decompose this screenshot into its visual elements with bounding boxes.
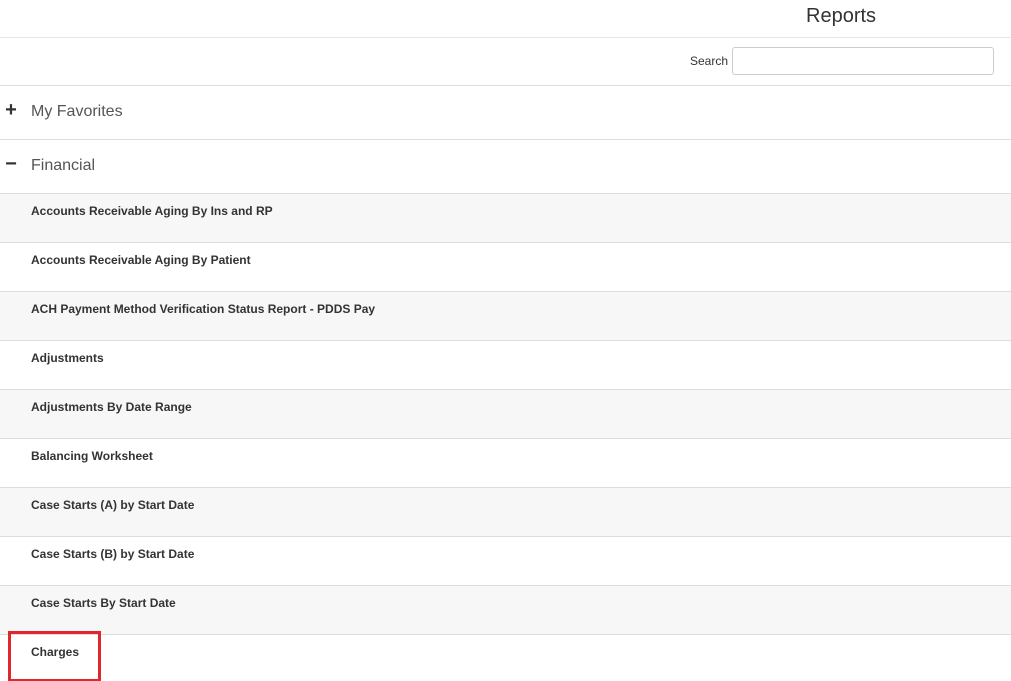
section-my-favorites[interactable]: + My Favorites <box>0 86 1011 140</box>
report-label[interactable]: Balancing Worksheet <box>31 449 153 463</box>
search-label: Search <box>690 54 729 68</box>
report-row-ach-verification[interactable]: ACH Payment Method Verification Status R… <box>0 292 1011 341</box>
reports-page: Reports Search + My Favorites − Financia… <box>0 0 1011 681</box>
report-label[interactable]: Accounts Receivable Aging By Patient <box>31 253 251 267</box>
section-financial[interactable]: − Financial <box>0 140 1011 194</box>
section-label-financial: Financial <box>31 157 96 174</box>
report-label[interactable]: Case Starts (A) by Start Date <box>31 498 194 512</box>
search-bar: Search <box>0 38 1011 86</box>
expand-plus-icon[interactable]: + <box>4 100 18 120</box>
report-label[interactable]: Adjustments By Date Range <box>31 400 192 414</box>
report-row-balancing-worksheet[interactable]: Balancing Worksheet <box>0 439 1011 488</box>
report-label[interactable]: Case Starts (B) by Start Date <box>31 547 194 561</box>
report-row-adjustments[interactable]: Adjustments <box>0 341 1011 390</box>
report-row-adjustments-date-range[interactable]: Adjustments By Date Range <box>0 390 1011 439</box>
section-label-my-favorites: My Favorites <box>31 103 123 120</box>
report-row-ar-aging-patient[interactable]: Accounts Receivable Aging By Patient <box>0 243 1011 292</box>
page-title: Reports <box>806 5 877 27</box>
report-row-case-starts-a[interactable]: Case Starts (A) by Start Date <box>0 488 1011 537</box>
financial-report-list: Accounts Receivable Aging By Ins and RP … <box>0 194 1011 681</box>
report-row-case-starts-b[interactable]: Case Starts (B) by Start Date <box>0 537 1011 586</box>
report-row-case-starts[interactable]: Case Starts By Start Date <box>0 586 1011 635</box>
search-input[interactable] <box>732 47 994 75</box>
report-label[interactable]: Adjustments <box>31 351 104 365</box>
report-row-charges[interactable]: Charges <box>0 635 1011 681</box>
page-header: Reports <box>0 0 1011 38</box>
report-label[interactable]: Accounts Receivable Aging By Ins and RP <box>31 204 273 218</box>
report-label[interactable]: Case Starts By Start Date <box>31 596 176 610</box>
collapse-minus-icon[interactable]: − <box>4 154 18 174</box>
report-label[interactable]: Charges <box>31 645 79 659</box>
report-row-ar-aging-ins-rp[interactable]: Accounts Receivable Aging By Ins and RP <box>0 194 1011 243</box>
report-label[interactable]: ACH Payment Method Verification Status R… <box>31 302 375 316</box>
